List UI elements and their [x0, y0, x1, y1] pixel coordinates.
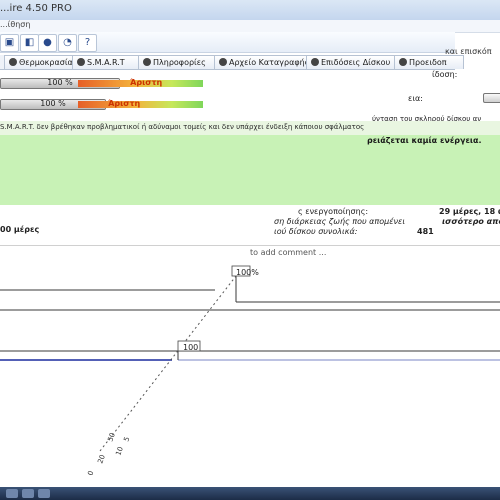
tab-info[interactable]: Πληροφορίες — [138, 55, 218, 69]
lifetime-value: ισσότερο από — [442, 217, 500, 226]
taskbar-button[interactable] — [38, 489, 50, 498]
info-bar: S.M.A.R.T. δεν βρέθηκαν προβληματικοί ή … — [0, 121, 500, 136]
tab-alerts[interactable]: Προειδοπ — [394, 55, 464, 69]
stats-panel: 00 μέρες ς ενεργοποίησης: 29 μέρες, 18 ώ… — [0, 205, 500, 245]
label-mid: 100 — [183, 343, 198, 352]
chart-area: to add comment ... 100% 100 50 20 10 5 0 — [0, 245, 500, 488]
health-label: εια: — [408, 94, 423, 103]
health-slider[interactable] — [483, 93, 500, 103]
activation-value: 29 μέρες, 18 ώρ — [439, 207, 500, 216]
health-grade: Άριστη — [108, 99, 141, 108]
taskbar — [0, 487, 500, 500]
toolbar: ▣ ◧ ● ◔ ? — [0, 32, 455, 53]
total-value: 481 — [417, 227, 434, 236]
help-icon[interactable]: ? — [78, 34, 97, 52]
info-line: S.M.A.R.T. δεν βρέθηκαν προβληματικοί ή … — [0, 123, 365, 131]
performance-label: ίδοση: — [432, 70, 458, 79]
taskbar-button[interactable] — [6, 489, 18, 498]
smart-icon — [77, 58, 85, 66]
menu-item[interactable]: ...ίθηση — [0, 20, 30, 29]
diagonal-scale — [99, 275, 237, 452]
monitor-icon[interactable]: ◧ — [20, 34, 39, 52]
tick-label: 20 — [96, 454, 107, 465]
info-icon — [143, 58, 151, 66]
activation-label: ς ενεργοποίησης: — [298, 207, 369, 216]
tab-bar: Θερμοκρασία S.M.A.R.T Πληροφορίες Αρχείο… — [0, 55, 464, 70]
total-label: ιού δίσκου συνολικά: — [274, 227, 358, 236]
lifetime-label: ση διάρκειας ζωής που απομένει — [274, 217, 406, 226]
days-left: 00 μέρες — [0, 225, 40, 234]
chart-svg: 100% 100 50 20 10 5 0 — [0, 265, 500, 477]
tick-label: 0 — [86, 470, 95, 477]
status-message: ρειάζεται καμία ενέργεια. — [367, 136, 482, 145]
thermometer-icon — [9, 58, 17, 66]
status-panel: ρειάζεται καμία ενέργεια. — [0, 135, 500, 205]
tab-log[interactable]: Αρχείο Καταγραφής — [214, 55, 310, 69]
tab-smart[interactable]: S.M.A.R.T — [72, 55, 140, 69]
tick-label: 5 — [122, 436, 131, 443]
title-bar: ...ire 4.50 PRO — [0, 0, 500, 20]
label-top: 100% — [236, 268, 259, 277]
tick-label: 50 — [106, 432, 117, 443]
gauge-icon[interactable]: ◔ — [58, 34, 77, 52]
tab-performance[interactable]: Επιδόσεις Δίσκου — [306, 55, 398, 69]
health-gradient — [78, 101, 203, 108]
disk-icon[interactable]: ▣ — [0, 34, 19, 52]
globe-icon[interactable]: ● — [38, 34, 57, 52]
performance-icon — [311, 58, 319, 66]
tab-temperature[interactable]: Θερμοκρασία — [4, 55, 74, 69]
taskbar-button[interactable] — [22, 489, 34, 498]
alert-icon — [399, 58, 407, 66]
window-title: ...ire 4.50 PRO — [0, 3, 72, 14]
log-icon — [219, 58, 227, 66]
tick-label: 10 — [114, 446, 125, 457]
performance-grade: Άριστη — [130, 78, 163, 87]
